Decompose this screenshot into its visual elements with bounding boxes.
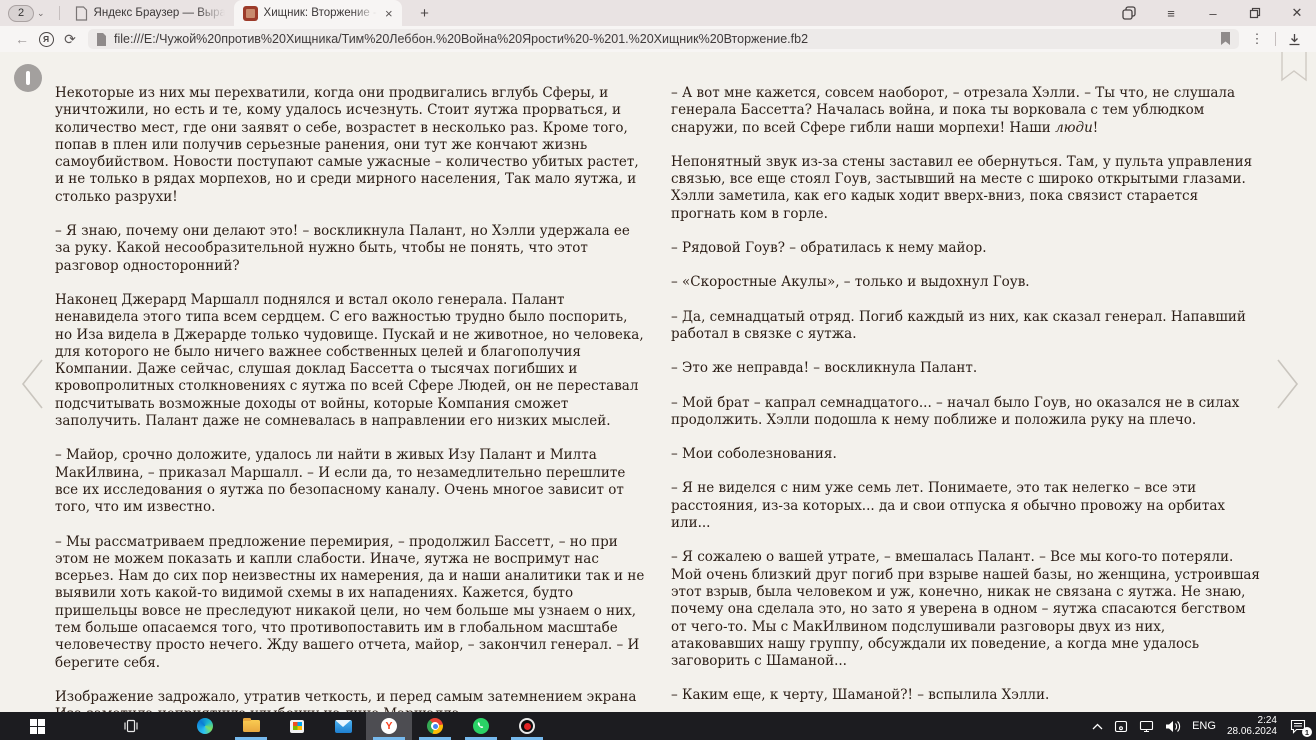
- taskbar-mail[interactable]: [320, 712, 366, 740]
- paragraph: – Рядовой Гоув? – обратилась к нему майо…: [671, 240, 1261, 257]
- windows-logo-icon: [30, 719, 45, 734]
- paragraph: – Да, семнадцатый отряд. Погиб каждый из…: [671, 309, 1261, 344]
- paragraph: – Майор, срочно доложите, удалось ли най…: [55, 447, 645, 516]
- time-text: 2:24: [1227, 715, 1277, 726]
- volume-icon[interactable]: [1165, 720, 1181, 733]
- task-view-button[interactable]: [108, 712, 154, 740]
- paragraph: – Я сожалею о вашей утрате, – вмешалась …: [671, 549, 1261, 670]
- taskbar-whatsapp[interactable]: [458, 712, 504, 740]
- store-icon: [290, 720, 304, 733]
- taskbar-screen-recorder[interactable]: [504, 712, 550, 740]
- new-tab-button[interactable]: +: [414, 2, 436, 24]
- edge-icon: [197, 718, 213, 734]
- document-icon: [75, 6, 88, 21]
- action-center-button[interactable]: 1: [1288, 717, 1308, 735]
- toolbar-divider: [1275, 32, 1276, 46]
- start-button[interactable]: [14, 712, 60, 740]
- restore-button[interactable]: [1246, 4, 1264, 22]
- task-view-icon: [123, 718, 139, 734]
- clock[interactable]: 2:24 28.06.2024: [1227, 715, 1277, 737]
- taskbar-edge[interactable]: [182, 712, 228, 740]
- refresh-button[interactable]: ⟳: [58, 28, 82, 50]
- window-controls: ≡ – ✕: [1120, 0, 1306, 26]
- system-tray: ENG 2:24 28.06.2024 1: [1092, 715, 1316, 737]
- paragraph: – Это же неправда! – воскликнула Палант.: [671, 360, 1261, 377]
- paragraph: Непонятный звук из-за стены заставил ее …: [671, 154, 1261, 223]
- paragraph: – Мой брат – капрал семнадцатого... – на…: [671, 395, 1261, 430]
- tabbar-divider: [59, 6, 60, 20]
- yandex-browser-icon: Y: [381, 718, 397, 734]
- paragraph: – Каким еще, к черту, Шаманой?! – вспыли…: [671, 687, 1261, 704]
- tab-counter[interactable]: 2 ⌄: [8, 5, 45, 22]
- windows-taskbar: Y ENG 2:24 28.06.2024 1: [0, 712, 1316, 740]
- tab-close-icon[interactable]: ×: [385, 6, 393, 21]
- mail-icon: [335, 720, 352, 733]
- page-icon: [96, 33, 107, 46]
- url-text[interactable]: file:///E:/Чужой%20против%20Хищника/Тим%…: [114, 32, 808, 46]
- close-button[interactable]: ✕: [1288, 4, 1306, 22]
- chevron-down-icon: ⌄: [37, 8, 45, 19]
- paragraph: Некоторые из них мы перехватили, когда о…: [55, 85, 645, 206]
- paragraph: – Мои соболезнования.: [671, 446, 1261, 463]
- tab-title: Яндекс Браузер — Выраж: [94, 7, 225, 19]
- yandex-logo-button[interactable]: Я: [34, 28, 58, 50]
- language-indicator[interactable]: ENG: [1192, 720, 1216, 732]
- tab-title: Хищник: Вторжение - Т: [264, 7, 377, 19]
- tab-fb2-book[interactable]: Хищник: Вторжение - Т ×: [234, 0, 402, 26]
- browser-titlebar: 2 ⌄ Яндекс Браузер — Выраж Хищник: Вторж…: [0, 0, 1316, 26]
- tablet-device-icon[interactable]: [1114, 720, 1128, 733]
- paragraph: – Я не виделся с ним уже семь лет. Поним…: [671, 480, 1261, 532]
- taskbar-microsoft-store[interactable]: [274, 712, 320, 740]
- paragraph: – А вот мне кажется, совсем наоборот, – …: [671, 85, 1261, 137]
- browser-menu-icon[interactable]: ≡: [1162, 4, 1180, 22]
- tab-counter-pill[interactable]: 2: [8, 5, 34, 22]
- network-icon[interactable]: [1139, 720, 1154, 733]
- fb2-reader-page: Некоторые из них мы перехватили, когда о…: [0, 52, 1316, 712]
- browser-toolbar: ← Я ⟳ file:///E:/Чужой%20против%20Хищник…: [0, 26, 1316, 52]
- more-options-icon[interactable]: ⋮: [1245, 28, 1269, 50]
- reader-bookmark-ribbon-icon[interactable]: [1280, 52, 1308, 82]
- back-button[interactable]: ←: [10, 28, 34, 50]
- paragraph: – Я знаю, почему они делают это! – воскл…: [55, 223, 645, 275]
- prev-page-arrow[interactable]: [18, 357, 46, 411]
- taskbar-chrome[interactable]: [412, 712, 458, 740]
- address-bar[interactable]: file:///E:/Чужой%20против%20Хищника/Тим%…: [88, 29, 1239, 49]
- tab-yandex-home[interactable]: Яндекс Браузер — Выраж: [66, 0, 234, 26]
- folder-icon: [243, 720, 260, 732]
- notification-count-badge: 1: [1302, 727, 1312, 737]
- paragraph: Наконец Джерард Маршалл поднялся и встал…: [55, 292, 645, 430]
- date-text: 28.06.2024: [1227, 726, 1277, 737]
- chrome-icon: [427, 718, 443, 734]
- next-page-arrow[interactable]: [1274, 357, 1302, 411]
- reader-menu-button[interactable]: [14, 64, 42, 92]
- record-icon: [519, 718, 535, 734]
- tab-panels-icon[interactable]: [1120, 4, 1138, 22]
- right-column: – А вот мне кажется, совсем наоборот, – …: [671, 85, 1261, 740]
- left-column: Некоторые из них мы перехватили, когда о…: [55, 85, 645, 740]
- taskbar-yandex-browser[interactable]: Y: [366, 712, 412, 740]
- minimize-button[interactable]: –: [1204, 4, 1222, 22]
- taskbar-file-explorer[interactable]: [228, 712, 274, 740]
- two-column-text: Некоторые из них мы перехватили, когда о…: [0, 52, 1316, 740]
- fb2-book-icon: [243, 6, 258, 21]
- italic-word: люди: [1055, 120, 1093, 136]
- downloads-button[interactable]: [1282, 28, 1306, 50]
- whatsapp-icon: [473, 718, 489, 734]
- bookmark-flag-icon[interactable]: [1220, 32, 1231, 46]
- paragraph: – Мы рассматриваем предложение перемирия…: [55, 534, 645, 672]
- tray-expand-chevron-icon[interactable]: [1092, 723, 1103, 730]
- paragraph: – «Скоростные Акулы», – только и выдохну…: [671, 274, 1261, 291]
